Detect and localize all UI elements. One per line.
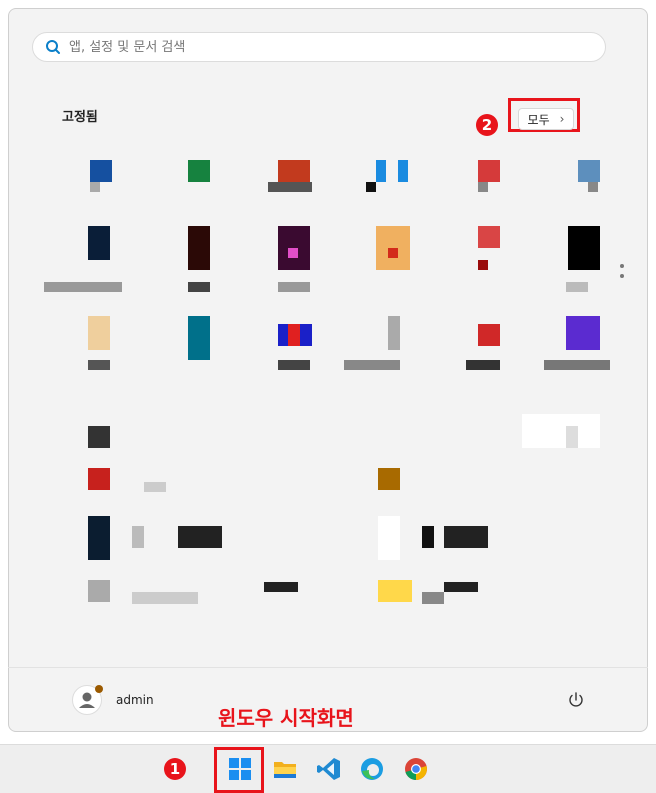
app-label-blur <box>278 282 310 292</box>
user-name: admin <box>116 693 154 707</box>
app-label-blur <box>466 360 500 370</box>
app-icon <box>88 580 110 602</box>
annotation-badge-2: 2 <box>476 114 498 136</box>
app-icon-part <box>288 248 298 258</box>
app-icon <box>378 516 400 560</box>
app-icon <box>278 160 310 182</box>
pinned-app-9[interactable] <box>270 216 350 296</box>
app-icon <box>90 160 112 182</box>
search-bar[interactable] <box>32 32 606 62</box>
app-label-blur <box>422 592 444 604</box>
pinned-app-7[interactable] <box>44 216 124 296</box>
app-label-blur <box>188 282 210 292</box>
app-label-blur <box>268 182 312 192</box>
power-icon[interactable] <box>566 690 586 710</box>
app-icon <box>188 316 210 360</box>
app-label-blur <box>566 282 588 292</box>
pinned-app-16[interactable] <box>344 306 424 386</box>
app-label-blur <box>444 582 478 592</box>
app-label-blur <box>344 360 400 370</box>
app-label-blur <box>44 282 122 292</box>
app-label-blur <box>88 360 110 370</box>
chrome-icon[interactable] <box>403 756 429 782</box>
app-icon-part <box>566 426 578 448</box>
app-label-blur <box>444 526 488 548</box>
pinned-app-26[interactable] <box>378 578 478 658</box>
app-icon <box>88 468 110 490</box>
user-avatar[interactable] <box>72 685 103 715</box>
app-icon <box>188 226 210 270</box>
app-icon <box>568 226 600 270</box>
pinned-app-10[interactable] <box>376 216 456 296</box>
app-icon <box>566 316 600 350</box>
app-icon <box>88 426 110 448</box>
pinned-app-25[interactable] <box>88 578 298 658</box>
app-icon-part <box>288 324 300 346</box>
annotation-badge-1: 1 <box>164 758 186 780</box>
app-icon <box>478 324 500 346</box>
pinned-app-13[interactable] <box>88 306 168 386</box>
app-label-blur <box>264 582 298 592</box>
app-icon <box>88 226 110 260</box>
search-icon <box>46 40 60 54</box>
app-label-blur <box>422 526 434 548</box>
app-icon <box>478 160 500 182</box>
app-label-blur <box>90 182 100 192</box>
app-icon <box>188 160 210 182</box>
footer-divider <box>8 667 648 668</box>
presence-dot <box>95 685 103 693</box>
app-icon <box>378 580 412 602</box>
pinned-app-17[interactable] <box>466 306 546 386</box>
app-icon-part <box>478 260 488 270</box>
app-label-blur <box>278 360 310 370</box>
app-label-blur <box>178 526 222 548</box>
app-icon <box>376 160 386 182</box>
chevron-right-icon: › <box>559 112 565 126</box>
pinned-app-20[interactable] <box>522 414 602 494</box>
app-icon-part <box>388 248 398 258</box>
edge-icon[interactable] <box>359 756 385 782</box>
app-icon-part <box>398 160 408 182</box>
start-icon[interactable] <box>227 756 253 782</box>
app-label-blur <box>132 592 198 604</box>
app-icon <box>522 414 600 448</box>
all-apps-button[interactable]: 모두 › <box>518 108 574 130</box>
pinned-app-12[interactable] <box>566 216 646 296</box>
app-label-blur <box>144 482 166 492</box>
app-icon <box>478 226 500 248</box>
pinned-app-14[interactable] <box>188 306 268 386</box>
app-icon <box>388 316 400 350</box>
pinned-app-18[interactable] <box>544 306 624 386</box>
pinned-app-8[interactable] <box>170 216 250 296</box>
app-icon <box>378 468 400 490</box>
annotation-caption: 윈도우 시작화면 <box>218 706 354 730</box>
app-icon <box>578 160 600 182</box>
app-label-blur <box>544 360 610 370</box>
app-label-blur <box>132 526 144 548</box>
file-explorer-icon[interactable] <box>272 756 298 782</box>
search-input[interactable] <box>67 38 551 56</box>
vscode-icon[interactable] <box>316 756 342 782</box>
app-label-blur <box>478 182 488 192</box>
app-icon <box>88 316 110 350</box>
all-apps-label: 모두 <box>527 112 550 127</box>
pinned-app-11[interactable] <box>476 216 556 296</box>
app-label-blur <box>366 182 376 192</box>
app-icon <box>88 516 110 560</box>
pinned-section-title: 고정됨 <box>62 110 98 125</box>
app-label-blur <box>588 182 598 192</box>
